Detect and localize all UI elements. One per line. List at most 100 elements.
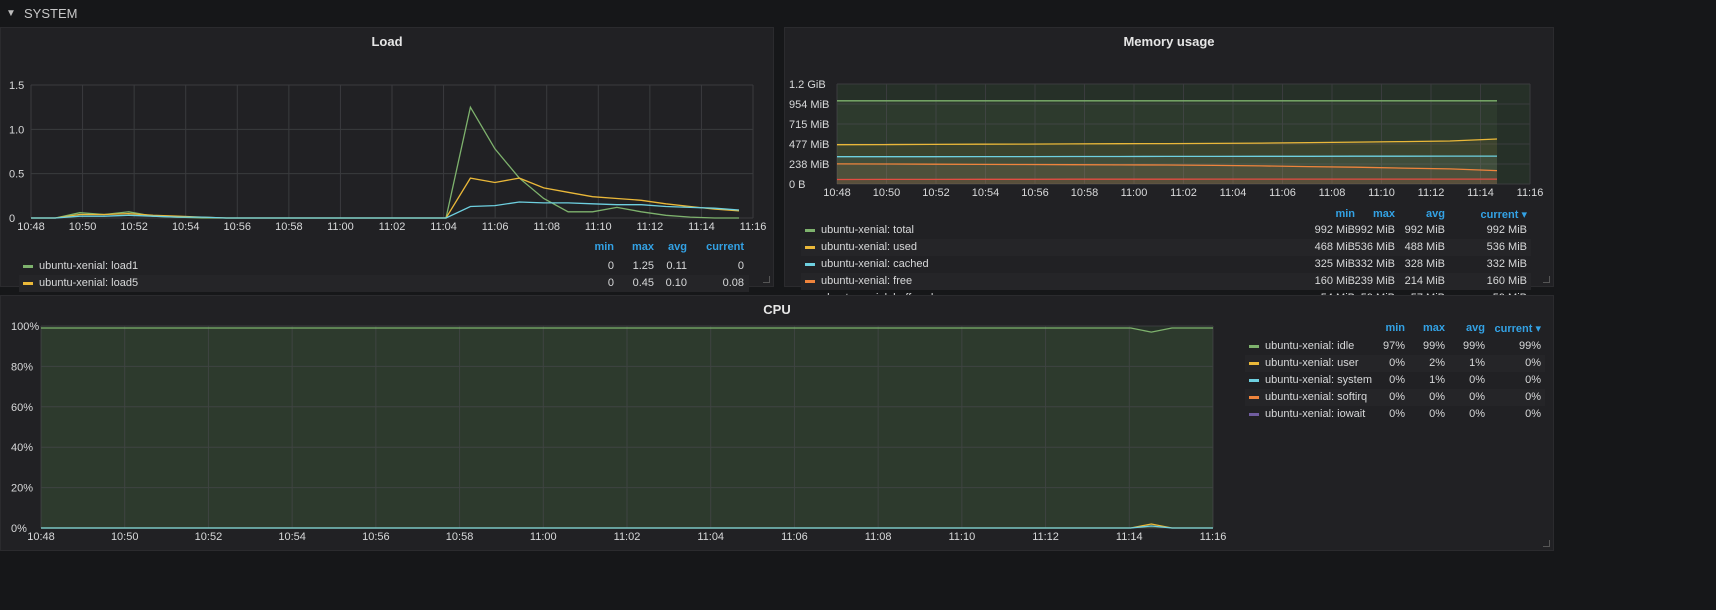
x-tick-label: 10:50 [873,187,901,199]
x-tick-label: 11:04 [430,221,457,233]
legend-row[interactable]: ubuntu-xenial: cached 325 MiB 332 MiB 328 M… [801,256,1531,273]
x-tick-label: 11:02 [614,531,641,543]
series-color-swatch[interactable] [805,263,815,266]
legend-row[interactable]: ubuntu-xenial: user 0% 2% 1% 0% [1245,355,1545,372]
legend-header-max[interactable]: max [1423,322,1445,334]
series-min-value: 0% [1389,391,1405,403]
series-name[interactable]: ubuntu-xenial: user [1265,357,1359,369]
x-tick-label: 10:58 [1071,187,1099,199]
series-color-swatch[interactable] [23,265,33,268]
legend-row[interactable]: ubuntu-xenial: used 468 MiB 536 MiB 488 MiB… [801,239,1531,256]
legend-row[interactable]: ubuntu-xenial: total 992 MiB 992 MiB 992 Mi… [801,222,1531,239]
legend-header-min[interactable]: min [594,241,614,253]
series-current-value: 0% [1525,408,1541,420]
series-name[interactable]: ubuntu-xenial: load5 [39,277,138,289]
x-tick-label: 11:06 [482,221,509,233]
series-color-swatch[interactable] [1249,345,1259,348]
load-chart[interactable]: 10:48 10:50 10:52 10:54 10:56 10:58 11:00 11:02… [1,28,775,243]
series-avg-value: 0% [1469,408,1485,420]
legend-row[interactable]: ubuntu-xenial: load1 0 1.25 0.11 0 [19,258,749,275]
x-tick-label: 11:04 [697,531,724,543]
series-name[interactable]: ubuntu-xenial: used [821,241,917,253]
legend-header: min max avg current ▾ [801,208,1531,222]
memory-legend: min max avg current ▾ ubuntu-xenial: total 99… [801,208,1531,304]
series-min-value: 325 MiB [1314,258,1355,270]
x-tick-label: 10:48 [823,187,851,199]
series-color-swatch[interactable] [805,229,815,232]
legend-row[interactable]: ubuntu-xenial: iowait 0% 0% 0% 0% [1245,406,1545,423]
legend-row[interactable]: ubuntu-xenial: softirq 0% 0% 0% 0% [1245,389,1545,406]
y-tick-label: 1.0 [9,124,24,136]
legend-header-min[interactable]: min [1385,322,1405,334]
series-max-value: 239 MiB [1354,275,1395,287]
legend-header-avg[interactable]: avg [1426,208,1445,220]
legend-header-avg[interactable]: avg [1466,322,1485,334]
x-tick-label: 10:56 [1021,187,1049,199]
series-line [31,177,740,219]
x-tick-label: 10:52 [922,187,950,199]
x-tick-label: 11:00 [327,221,354,233]
series-color-swatch[interactable] [1249,362,1259,365]
legend-row[interactable]: ubuntu-xenial: system 0% 1% 0% 0% [1245,372,1545,389]
x-tick-label: 11:08 [865,531,892,543]
legend-row[interactable]: ubuntu-xenial: idle 97% 99% 99% 99% [1245,338,1545,355]
y-tick-label: 0.5 [9,169,24,181]
panel-memory[interactable]: Memory usage 10:48 10:50 10:52 10:54 10:56 10… [784,27,1555,304]
row-header-system[interactable]: ▼ SYSTEM [0,0,1716,26]
series-color-swatch[interactable] [1249,413,1259,416]
series-min-value: 0% [1389,408,1405,420]
x-tick-label: 10:58 [446,531,474,543]
series-area [41,328,1213,528]
series-line [837,155,1497,158]
x-tick-label: 11:12 [1032,531,1059,543]
legend-header-current[interactable]: current ▾ [1495,322,1541,335]
y-tick-label: 1.2 GiB [789,79,826,91]
series-color-swatch[interactable] [23,282,33,285]
memory-chart[interactable]: 10:48 10:50 10:52 10:54 10:56 10:58 11:00 11:02… [785,28,1555,206]
series-avg-value: 0% [1469,391,1485,403]
series-line [31,105,739,219]
y-tick-label: 715 MiB [789,119,829,131]
x-tick-label: 11:12 [1418,187,1445,199]
series-name[interactable]: ubuntu-xenial: free [821,275,912,287]
legend-header-avg[interactable]: avg [668,241,687,253]
x-tick-label: 11:08 [1319,187,1346,199]
series-avg-value: 488 MiB [1404,241,1445,253]
y-tick-label: 40% [11,442,33,454]
x-tick-label: 10:48 [27,531,55,543]
series-min-value: 0 [607,277,614,289]
legend-header-min[interactable]: min [1335,208,1355,220]
series-avg-value: 214 MiB [1404,275,1445,287]
series-name[interactable]: ubuntu-xenial: iowait [1265,408,1365,420]
series-color-swatch[interactable] [1249,379,1259,382]
resize-handle[interactable] [1543,276,1550,283]
x-tick-label: 10:56 [362,531,390,543]
panel-cpu[interactable]: CPU 10:48 10:50 10:52 10:54 10:56 10:58 11:00 1… [0,295,1554,551]
panel-load[interactable]: Load 10:48 10:50 10:52 10:54 10:56 10:58 11:00… [0,27,775,306]
resize-handle[interactable] [763,276,770,283]
legend-header-max[interactable]: max [1373,208,1395,220]
series-name[interactable]: ubuntu-xenial: softirq [1265,391,1367,403]
chevron-down-icon[interactable]: ▼ [6,8,16,19]
series-max-value: 0% [1429,408,1445,420]
x-tick-label: 10:50 [69,221,97,233]
y-tick-label: 0 [9,213,15,225]
legend-header-current[interactable]: current ▾ [1481,208,1527,221]
legend-header-current[interactable]: current [706,241,744,253]
series-name[interactable]: ubuntu-xenial: system [1265,374,1372,386]
series-name[interactable]: ubuntu-xenial: idle [1265,340,1354,352]
series-color-swatch[interactable] [805,246,815,249]
series-name[interactable]: ubuntu-xenial: load1 [39,260,138,272]
legend-header-max[interactable]: max [632,241,654,253]
series-color-swatch[interactable] [1249,396,1259,399]
legend-row[interactable]: ubuntu-xenial: free 160 MiB 239 MiB 214 MiB… [801,273,1531,290]
x-tick-label: 11:00 [1121,187,1148,199]
load-legend: min max avg current ubuntu-xenial: load1 0 1.2… [19,241,749,306]
resize-handle[interactable] [1543,540,1550,547]
series-name[interactable]: ubuntu-xenial: cached [821,258,929,270]
cpu-chart[interactable]: 10:48 10:50 10:52 10:54 10:56 10:58 11:00 11:02… [1,296,1231,552]
series-max-value: 0.45 [632,277,654,289]
series-name[interactable]: ubuntu-xenial: total [821,224,914,236]
series-color-swatch[interactable] [805,280,815,283]
legend-row[interactable]: ubuntu-xenial: load5 0 0.45 0.10 0.08 [19,275,749,292]
